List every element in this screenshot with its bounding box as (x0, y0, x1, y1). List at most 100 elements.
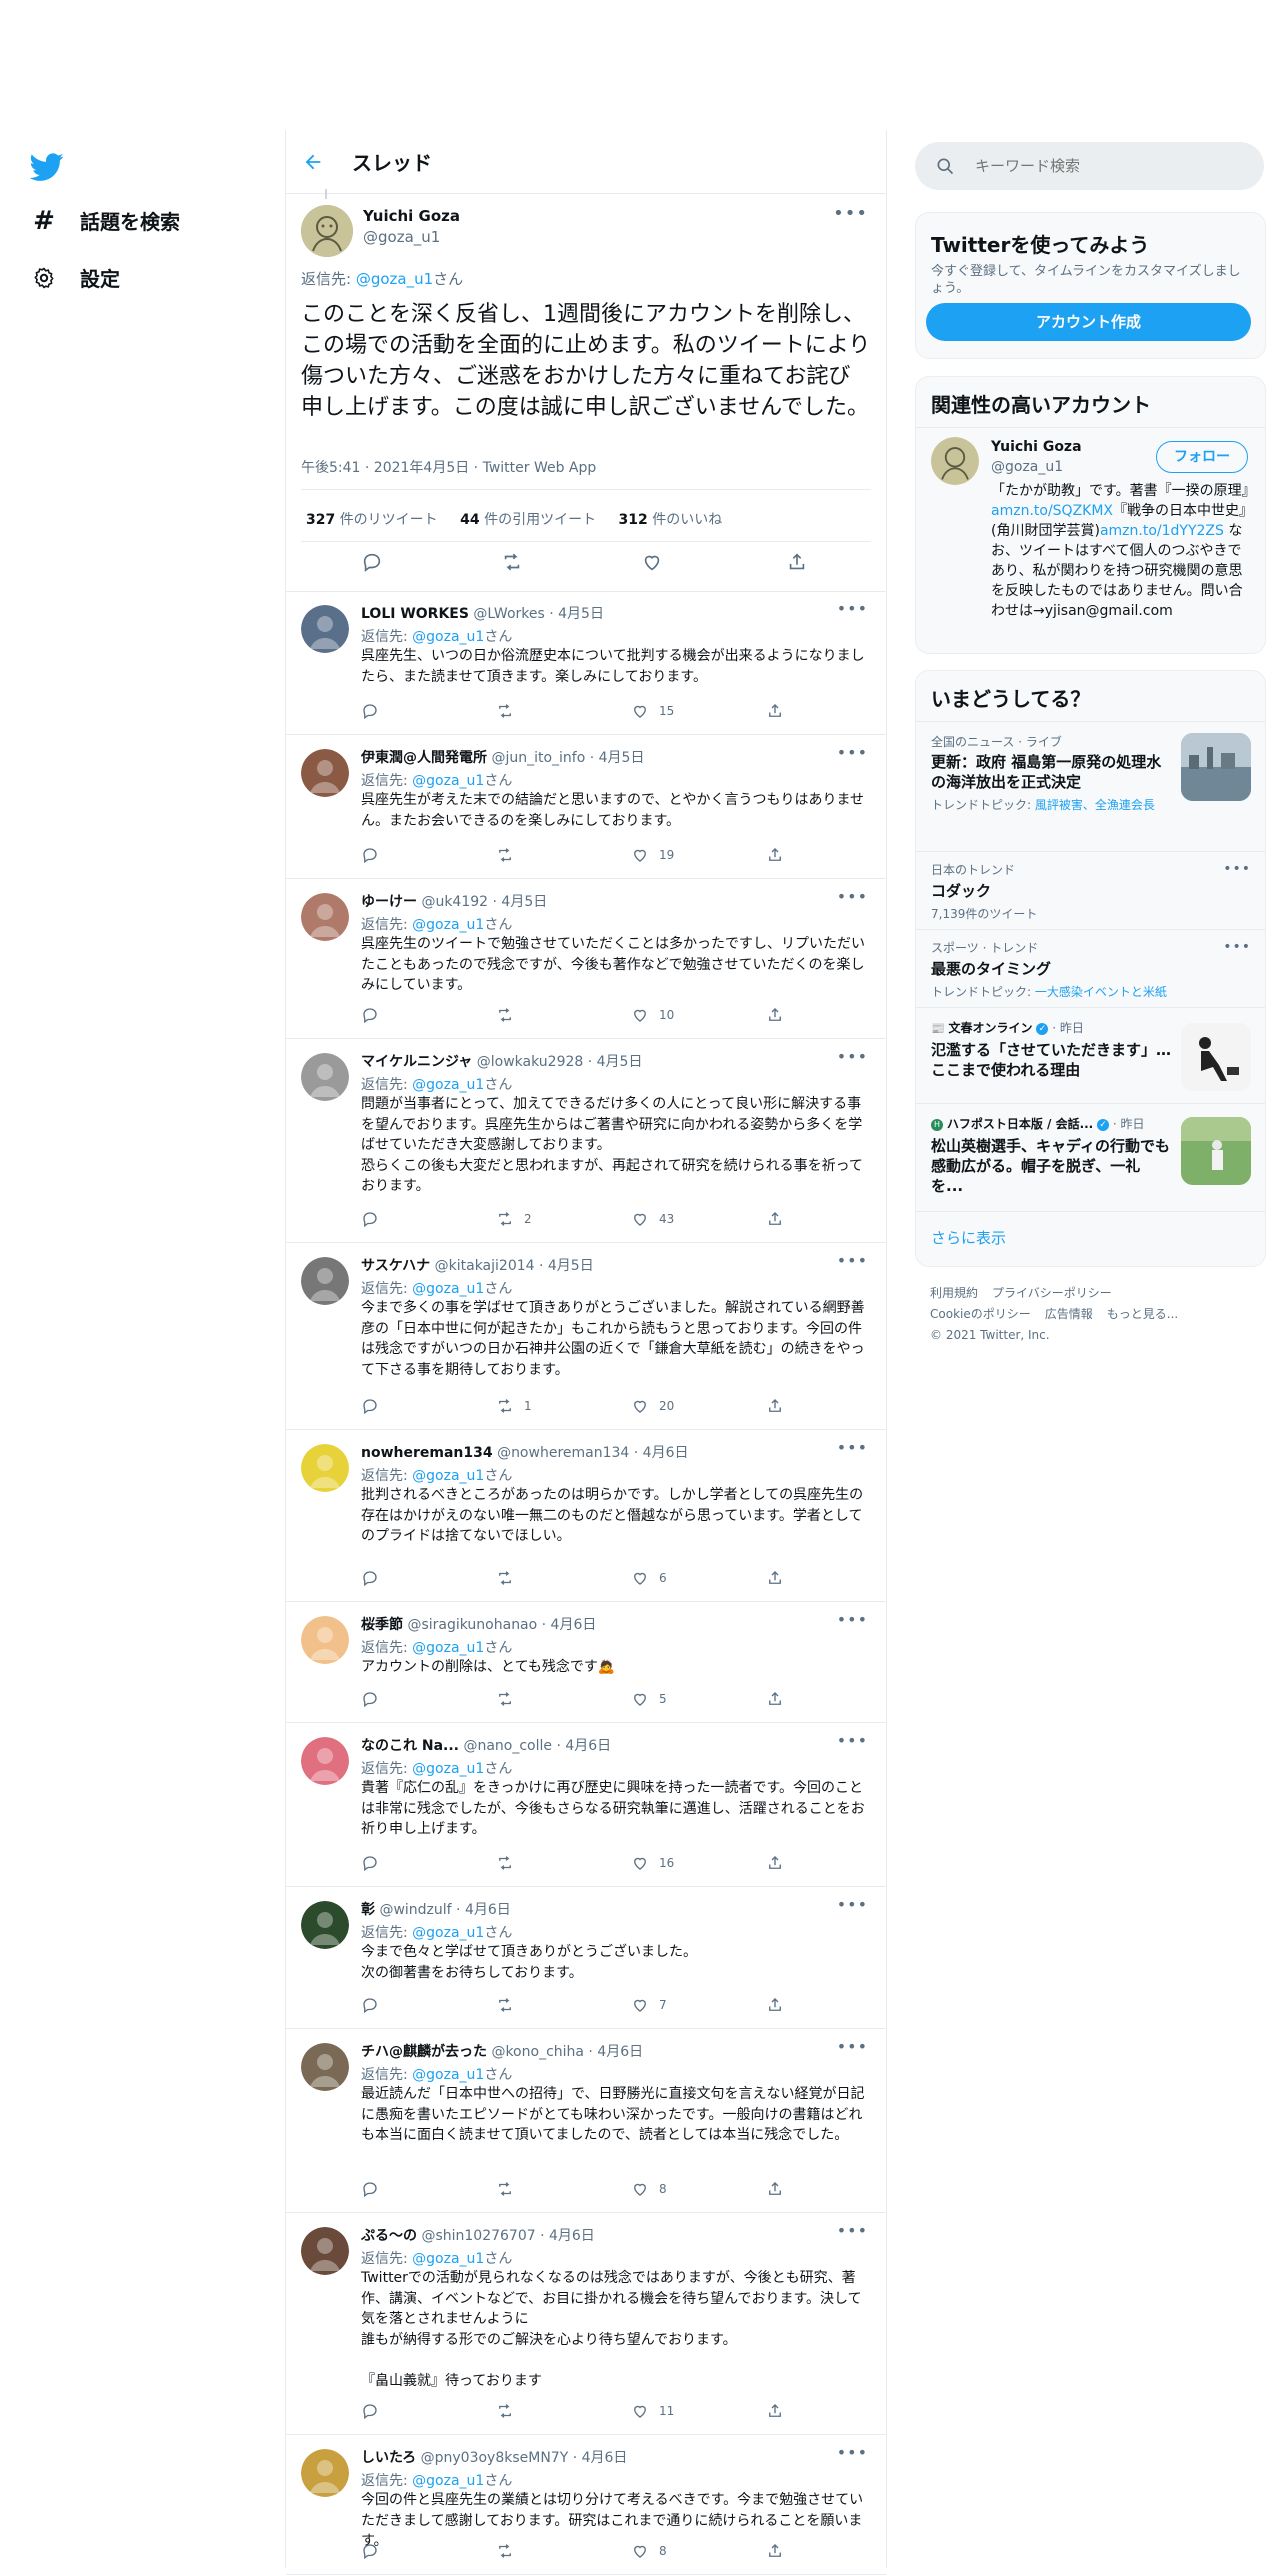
author-name[interactable]: nowhereman134 (361, 1445, 493, 1461)
like-button[interactable]: 6 (631, 1569, 667, 1587)
author-handle[interactable]: @uk4192 · 4月5日 (421, 894, 547, 910)
share-icon[interactable] (766, 1854, 784, 1872)
reply-tweet[interactable]: ぷる〜の @shin10276707 · 4月6日 ••• 返信先: @goza_u… (286, 2213, 886, 2435)
author-name[interactable]: 伊東潤@人間発電所 (361, 750, 487, 766)
author-handle[interactable]: @siragikunohanao · 4月6日 (407, 1617, 596, 1633)
author-handle[interactable]: @LWorkes · 4月5日 (473, 606, 604, 622)
trend-topic[interactable]: 一大感染イベントと米紙 (1035, 985, 1167, 999)
like-button[interactable]: 15 (631, 702, 674, 720)
reply-to-link[interactable]: @goza_u1 (412, 1640, 484, 1656)
avatar[interactable] (301, 1444, 349, 1492)
more-options-icon[interactable]: ••• (837, 887, 868, 906)
more-options-icon[interactable]: ••• (833, 203, 868, 224)
reply-to-link[interactable]: @goza_u1 (412, 629, 484, 645)
author-handle[interactable]: @nowhereman134 · 4月6日 (497, 1445, 688, 1461)
more-options-icon[interactable]: ••• (837, 743, 868, 762)
reply-to-link[interactable]: @goza_u1 (412, 1281, 484, 1297)
footer-privacy[interactable]: プライバシーポリシー (992, 1286, 1112, 1300)
share-icon[interactable] (766, 702, 784, 720)
reply-icon[interactable] (361, 1569, 379, 1587)
author-name[interactable]: 彰 (361, 1902, 375, 1918)
share-icon[interactable] (766, 1569, 784, 1587)
author-handle[interactable]: @kitakaji2014 · 4月5日 (435, 1258, 594, 1274)
trend-item[interactable]: 日本のトレンド コダック 7,139件のツイート (931, 861, 1251, 922)
author-name[interactable]: 桜季節 (361, 1617, 403, 1633)
avatar[interactable] (301, 2043, 349, 2091)
avatar[interactable] (301, 1901, 349, 1949)
footer-cookie[interactable]: Cookieのポリシー (930, 1307, 1031, 1321)
retweet-button[interactable] (496, 1569, 524, 1587)
reply-to-link[interactable]: @goza_u1 (412, 1925, 484, 1941)
share-icon[interactable] (766, 1397, 784, 1415)
retweet-button[interactable] (496, 2542, 524, 2560)
reply-to-link[interactable]: @goza_u1 (412, 2067, 484, 2083)
show-more-link[interactable]: さらに表示 (931, 1227, 1006, 1248)
more-options-icon[interactable]: ••• (837, 599, 868, 618)
author-handle[interactable]: @shin10276707 · 4月6日 (421, 2228, 594, 2244)
reply-tweet[interactable]: nowhereman134 @nowhereman134 · 4月6日 ••• 返信… (286, 1430, 886, 1602)
share-icon[interactable] (766, 1006, 784, 1024)
retweet-button[interactable] (496, 1996, 524, 2014)
reply-tweet[interactable]: サスケハナ @kitakaji2014 · 4月5日 ••• 返信先: @goza_… (286, 1243, 886, 1430)
more-options-icon[interactable]: ••• (837, 1731, 868, 1750)
reply-icon[interactable] (361, 1996, 379, 2014)
avatar[interactable] (301, 1053, 349, 1101)
more-options-icon[interactable]: ••• (1223, 861, 1251, 877)
share-icon[interactable] (766, 1690, 784, 1708)
reply-tweet[interactable]: しいたろ @pny03oy8kseMN7Y · 4月6日 ••• 返信先: @goz… (286, 2435, 886, 2575)
like-stat[interactable]: 312 件のいいね (619, 512, 723, 528)
reply-tweet[interactable]: チハ@麒麟が去った @kono_chiha · 4月6日 ••• 返信先: @goz… (286, 2029, 886, 2213)
avatar[interactable] (301, 2227, 349, 2275)
like-button[interactable]: 20 (631, 1397, 674, 1415)
search-input[interactable] (973, 156, 1257, 176)
reply-to-link[interactable]: @goza_u1 (412, 2473, 484, 2489)
reply-icon[interactable] (361, 1854, 379, 1872)
follow-button[interactable]: フォロー (1156, 441, 1248, 473)
author-handle[interactable]: @pny03oy8kseMN7Y · 4月6日 (421, 2450, 628, 2466)
reply-to-link[interactable]: @goza_u1 (356, 270, 433, 288)
like-button[interactable]: 11 (631, 2402, 674, 2420)
avatar[interactable] (301, 1616, 349, 1664)
footer-more[interactable]: もっと見る... (1107, 1307, 1178, 1321)
like-icon[interactable] (641, 551, 663, 577)
like-button[interactable]: 43 (631, 1210, 674, 1228)
author-name[interactable]: Yuichi Goza (363, 207, 460, 225)
quote-stat[interactable]: 44 件の引用ツイート (460, 512, 596, 528)
more-options-icon[interactable]: ••• (837, 1610, 868, 1629)
reply-tweet[interactable]: 伊東潤@人間発電所 @jun_ito_info · 4月5日 ••• 返信先: @g… (286, 735, 886, 879)
search-bar[interactable] (915, 142, 1264, 190)
avatar[interactable] (301, 2449, 349, 2497)
reply-icon[interactable] (361, 846, 379, 864)
nav-settings[interactable]: 設定 (30, 263, 120, 292)
author-name[interactable]: ゆーけー (361, 894, 417, 910)
avatar[interactable] (301, 205, 353, 257)
author-name[interactable]: ぷる〜の (361, 2228, 417, 2244)
account-handle[interactable]: @goza_u1 (991, 459, 1063, 475)
back-arrow-icon[interactable] (298, 147, 328, 177)
author-name[interactable]: マイケルニンジャ (361, 1054, 472, 1070)
author-handle[interactable]: @nano_colle · 4月6日 (463, 1738, 611, 1754)
like-button[interactable]: 8 (631, 2180, 667, 2198)
share-icon[interactable] (766, 846, 784, 864)
account-name[interactable]: Yuichi Goza (991, 439, 1082, 455)
retweet-button[interactable] (496, 1854, 524, 1872)
reply-icon[interactable] (361, 1006, 379, 1024)
more-options-icon[interactable]: ••• (837, 1047, 868, 1066)
avatar[interactable] (301, 605, 349, 653)
retweet-button[interactable]: 2 (496, 1210, 532, 1228)
author-name[interactable]: サスケハナ (361, 1258, 430, 1274)
share-icon[interactable] (766, 1210, 784, 1228)
reply-tweet[interactable]: LOLI WORKES @LWorkes · 4月5日 ••• 返信先: @goza… (286, 591, 886, 735)
retweet-button[interactable]: 1 (496, 1397, 532, 1415)
reply-tweet[interactable]: なのこれ Na... @nano_colle · 4月6日 ••• 返信先: @go… (286, 1723, 886, 1887)
reply-to-link[interactable]: @goza_u1 (412, 1761, 484, 1777)
tweet-meta[interactable]: 午後5:41 · 2021年4月5日 · Twitter Web App (301, 457, 596, 477)
reply-icon[interactable] (361, 551, 383, 577)
reply-to-link[interactable]: @goza_u1 (412, 1468, 484, 1484)
bio-link[interactable]: amzn.to/1dYY2ZS (1100, 523, 1224, 539)
retweet-button[interactable] (496, 2402, 524, 2420)
trend-topic[interactable]: 風評被害、全漁連会長 (1035, 798, 1155, 812)
author-name[interactable]: なのこれ Na... (361, 1738, 459, 1754)
reply-icon[interactable] (361, 2542, 379, 2560)
author-handle[interactable]: @jun_ito_info · 4月5日 (491, 750, 644, 766)
